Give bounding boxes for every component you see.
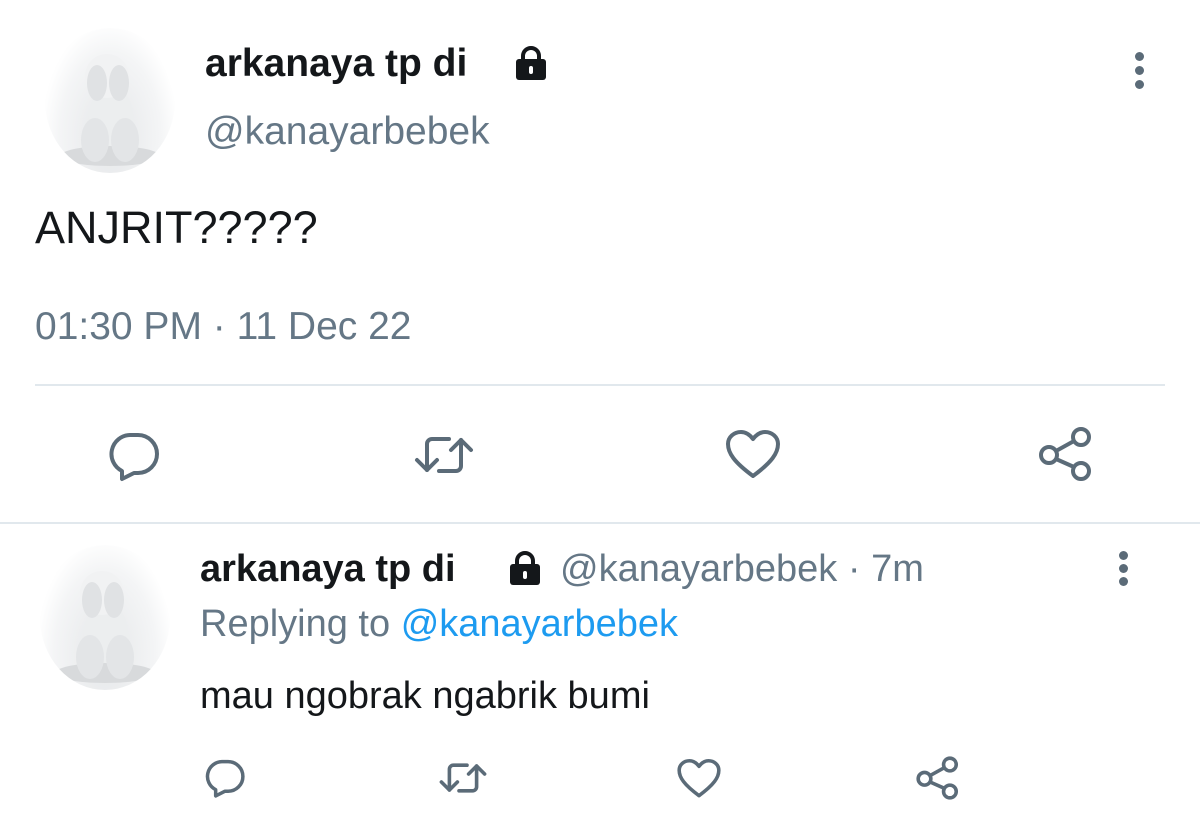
replying-to-handle-link[interactable]: @kanayarbebek (401, 603, 678, 645)
replying-to-line: Replying to @kanayarbebek (200, 603, 678, 645)
avatar[interactable] (40, 545, 170, 690)
lock-icon (506, 550, 544, 586)
tweet-timestamp[interactable]: 01:30 PM · 11 Dec 22 (35, 305, 411, 349)
like-icon[interactable] (724, 429, 782, 481)
author-handle[interactable]: @kanayarbebek (205, 110, 490, 154)
replying-to-label: Replying to (200, 603, 391, 645)
more-options-icon[interactable] (1133, 52, 1145, 89)
more-options-icon[interactable] (1117, 551, 1129, 586)
author-handle-time[interactable]: @kanayarbebek · 7m (560, 548, 924, 590)
retweet-icon[interactable] (411, 430, 477, 480)
avatar[interactable] (45, 28, 175, 173)
share-icon[interactable] (1036, 425, 1096, 483)
like-icon[interactable] (676, 758, 722, 800)
author-name[interactable]: arkanaya tp di (200, 548, 456, 590)
retweet-icon[interactable] (436, 758, 490, 798)
author-name[interactable]: arkanaya tp di (205, 42, 467, 86)
tweet-text: ANJRIT????? (35, 202, 318, 253)
share-icon[interactable] (914, 755, 962, 801)
divider (0, 522, 1200, 524)
lock-icon (512, 45, 550, 81)
tweet-text: mau ngobrak ngabrik bumi (200, 675, 650, 717)
divider (35, 384, 1165, 386)
reply-icon[interactable] (203, 757, 247, 799)
reply-icon[interactable] (106, 429, 162, 483)
